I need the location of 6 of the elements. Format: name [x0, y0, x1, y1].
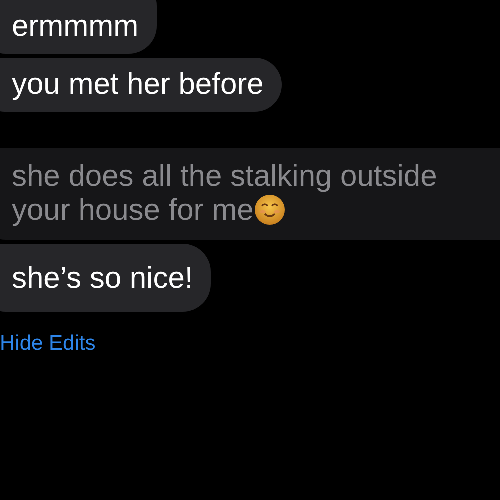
message-bubble: ermmmm [0, 0, 157, 54]
message-bubble: you met her before [0, 58, 282, 112]
smiling-face-icon [254, 194, 286, 226]
hide-edits-link[interactable]: Hide Edits [0, 332, 96, 356]
message-bubble: she’s so nice! [0, 244, 212, 312]
edited-message-bubble: she does all the stalking outside your house for me [0, 148, 500, 240]
